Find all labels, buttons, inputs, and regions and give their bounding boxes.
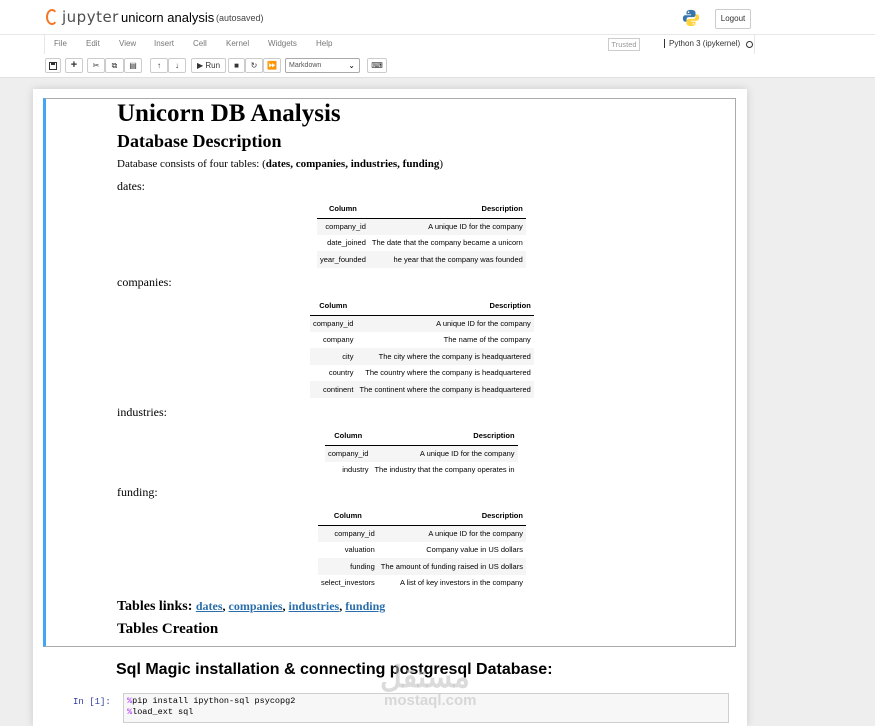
header: jupyter unicorn analysis (autosaved) Log…	[0, 0, 875, 34]
menu-widgets[interactable]: Widgets	[268, 39, 297, 48]
table-name-companies: companies:	[117, 275, 172, 289]
markdown-cell-sql-magic[interactable]: Sql Magic installation & connecting post…	[116, 661, 553, 679]
table-row: company_id A unique ID for the company	[310, 315, 534, 332]
industries-table: Column Description company_id A unique ID …	[325, 427, 518, 478]
restart-button[interactable]: ↻	[245, 58, 263, 73]
table-name-dates: dates:	[117, 179, 145, 193]
table-row: company_id A unique ID for the company	[325, 445, 518, 462]
move-down-button[interactable]: ↓	[168, 58, 186, 73]
jupyter-logo[interactable]: jupyter	[46, 8, 119, 26]
jupyter-logo-icon	[46, 9, 58, 25]
link-dates[interactable]: dates	[196, 599, 223, 613]
table-row: select_investors A list of key investors …	[321, 578, 523, 588]
logout-button[interactable]: Logout	[715, 9, 751, 29]
section-heading-description: Database Description	[117, 131, 282, 151]
cell-type-select[interactable]: Markdown ⌄	[285, 58, 360, 73]
menu-cell[interactable]: Cell	[193, 39, 207, 48]
page-title: Unicorn DB Analysis	[117, 100, 341, 127]
notebook-container: Unicorn DB Analysis Database Description…	[33, 89, 747, 726]
table-row: continent The continent where the company…	[310, 381, 534, 398]
code-line: %pip install ipython-sql psycopg2	[127, 696, 296, 706]
cell-type-value: Markdown	[289, 62, 322, 69]
fast-forward-icon: ⏩	[267, 61, 277, 70]
cut-button[interactable]: ✂	[87, 58, 105, 73]
kernel-name[interactable]: Python 3 (ipykernel)	[664, 39, 740, 48]
cut-icon: ✂	[92, 61, 100, 70]
intro-paragraph: Database consists of four tables: (dates…	[117, 158, 444, 170]
copy-icon: ⧉	[111, 61, 118, 70]
tables-links-label: Tables links:	[117, 599, 193, 614]
table-row: year_founded he year that the company was…	[317, 251, 526, 268]
plus-icon: +	[70, 59, 78, 71]
jupyter-logo-text: jupyter	[62, 8, 119, 26]
table-row: company The name of the company	[323, 335, 531, 345]
table-row: city The city where the company is headqu…	[310, 348, 534, 365]
menu-view[interactable]: View	[119, 39, 136, 48]
table-row: industry The industry that the company op…	[342, 465, 515, 475]
code-editor[interactable]: %pip install ipython-sql psycopg2 %load_…	[123, 693, 729, 723]
dates-table: Column Description company_id A unique ID …	[317, 200, 526, 268]
keyboard-icon: ⌨	[371, 61, 383, 70]
companies-table: Column Description company_id A unique ID …	[310, 297, 534, 398]
tables-links: Tables links: dates, companies, industri…	[117, 599, 386, 614]
kernel-idle-icon	[746, 41, 753, 48]
column-header: Column	[310, 297, 357, 316]
command-palette-button[interactable]: ⌨	[367, 58, 387, 73]
code-cell[interactable]: In [1]: %pip install ipython-sql psycopg…	[43, 688, 736, 726]
stop-icon: ■	[234, 61, 239, 70]
run-label: Run	[205, 61, 221, 70]
column-header: Description	[368, 200, 526, 219]
run-icon: ▶	[196, 61, 204, 70]
column-header: Description	[371, 427, 518, 446]
chevron-down-icon: ⌄	[348, 61, 355, 70]
funding-table: Column Description company_id A unique ID …	[318, 507, 526, 591]
menu-kernel[interactable]: Kernel	[226, 39, 249, 48]
table-row: date_joined The date that the company bec…	[327, 238, 523, 248]
arrow-down-icon: ↓	[175, 61, 179, 70]
table-name-industries: industries:	[117, 405, 167, 419]
column-header: Column	[325, 427, 372, 446]
column-header: Column	[317, 200, 369, 219]
column-header: Description	[356, 297, 534, 316]
toolbar: + ✂ ⧉ ▤ ↑ ↓ ▶ Run ■ ↻ ⏩ Markdown ⌄ ⌨	[0, 54, 875, 78]
insert-cell-button[interactable]: +	[65, 58, 83, 73]
table-row: country The country where the company is …	[328, 368, 531, 378]
link-funding[interactable]: funding	[345, 599, 385, 613]
paste-icon: ▤	[129, 61, 137, 70]
notebook-name[interactable]: unicorn analysis	[121, 10, 214, 25]
code-line: %load_ext sql	[127, 707, 194, 717]
interrupt-button[interactable]: ■	[228, 58, 245, 73]
menu-edit[interactable]: Edit	[86, 39, 100, 48]
table-row: company_id A unique ID for the company	[318, 525, 526, 542]
column-header: Description	[377, 507, 526, 526]
save-icon	[49, 62, 57, 70]
trusted-badge[interactable]: Trusted	[608, 38, 640, 51]
menu-help[interactable]: Help	[316, 39, 332, 48]
restart-icon: ↻	[250, 61, 258, 70]
link-companies[interactable]: companies	[229, 599, 283, 613]
menubar: File Edit View Insert Cell Kernel Widget…	[0, 34, 875, 55]
table-row: funding The amount of funding raised in U…	[318, 558, 526, 575]
table-row: valuation Company value in US dollars	[344, 545, 523, 555]
table-row: company_id A unique ID for the company	[317, 218, 526, 235]
section-heading-tables-creation: Tables Creation	[117, 621, 219, 637]
save-button[interactable]	[45, 58, 61, 73]
autosave-status: (autosaved)	[216, 13, 264, 23]
table-name-funding: funding:	[117, 485, 158, 499]
link-industries[interactable]: industries	[289, 599, 340, 613]
move-up-button[interactable]: ↑	[150, 58, 168, 73]
column-header: Column	[318, 507, 378, 526]
markdown-cell-selected[interactable]: Unicorn DB Analysis Database Description…	[43, 98, 736, 647]
run-button[interactable]: ▶ Run	[191, 58, 226, 73]
restart-run-all-button[interactable]: ⏩	[263, 58, 281, 73]
input-prompt: In [1]:	[73, 697, 111, 707]
paste-button[interactable]: ▤	[124, 58, 142, 73]
menu-file[interactable]: File	[54, 39, 67, 48]
python-icon	[682, 9, 700, 27]
copy-button[interactable]: ⧉	[105, 58, 124, 73]
arrow-up-icon: ↑	[157, 61, 161, 70]
menu-insert[interactable]: Insert	[154, 39, 174, 48]
